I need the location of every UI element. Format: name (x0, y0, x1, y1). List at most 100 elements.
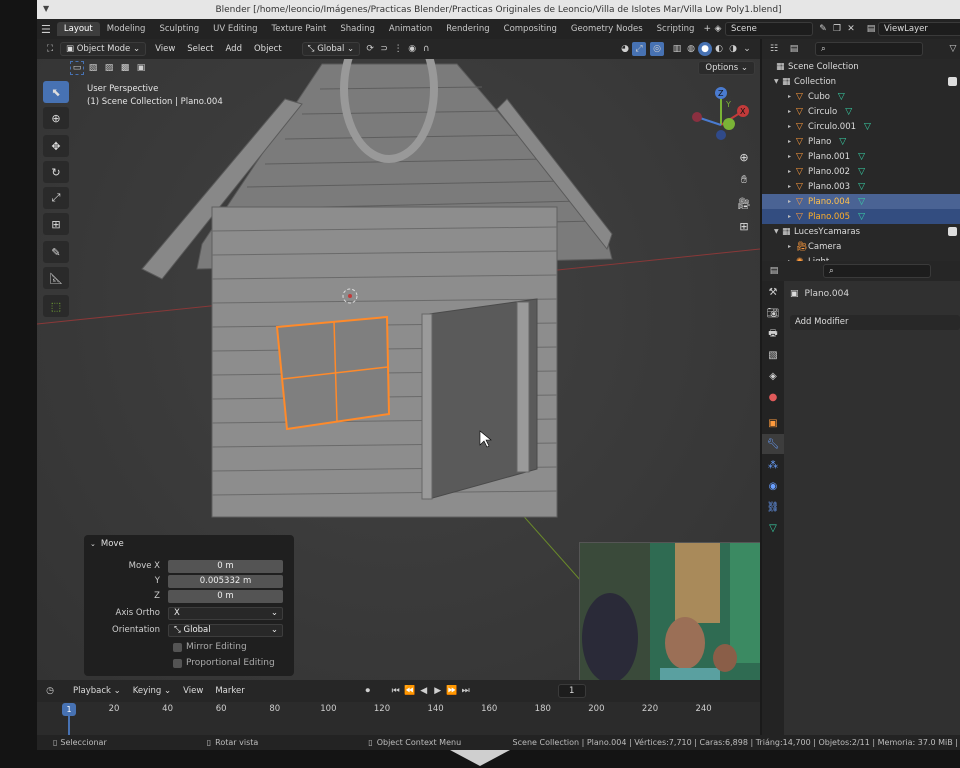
collection-checkbox[interactable] (948, 77, 957, 86)
prev-keyframe-icon[interactable]: ⏪ (403, 684, 417, 698)
pan-hand-icon[interactable]: ✋︎ (734, 170, 754, 190)
add-workspace-icon[interactable]: + (703, 22, 711, 36)
solid-shading-icon[interactable]: ● (698, 42, 712, 56)
current-frame-field[interactable]: 1 (557, 684, 586, 698)
menu-object[interactable]: Object (248, 44, 288, 54)
cursor-tool[interactable]: ⊕ (43, 107, 69, 129)
properties-search-input[interactable]: ⌕ (823, 264, 931, 278)
scene-selector[interactable]: Scene (724, 22, 813, 36)
tab-geometry-nodes[interactable]: Geometry Nodes (564, 22, 650, 36)
play-reverse-icon[interactable]: ◀ (417, 684, 431, 698)
mirror-editing-checkbox[interactable] (173, 642, 182, 652)
select-invert-icon[interactable]: ▩ (118, 61, 132, 75)
outliner-item-plano-003[interactable]: ▸ ▽ Plano.003 ▽ (762, 179, 960, 194)
display-mode-icon[interactable]: ▤ (787, 42, 801, 56)
collapsed-arrow-icon[interactable]: ▸ (788, 153, 796, 160)
select-box-tool[interactable]: ⬉ (43, 81, 69, 103)
play-icon[interactable]: ▶ (431, 684, 445, 698)
falloff-icon[interactable]: ∩ (419, 42, 433, 56)
tool-tab-icon[interactable]: ⚒ (762, 282, 784, 302)
tab-texture-paint[interactable]: Texture Paint (265, 22, 334, 36)
3d-viewport[interactable]: X Z Y ▭ ▧ ▨ ▩ ▣ Options ⌄ User Perspecti… (37, 59, 760, 680)
menu-keying[interactable]: Keying ⌄ (127, 686, 177, 696)
move-tool[interactable]: ✥ (43, 135, 69, 157)
object-mode-dropdown[interactable]: ▣ Object Mode ⌄ (60, 42, 147, 56)
scene-icon[interactable]: ◈ (711, 22, 725, 36)
expanded-arrow-icon[interactable]: ▼ (774, 228, 782, 235)
transform-tool[interactable]: ⊞ (43, 213, 69, 235)
next-keyframe-icon[interactable]: ⏩ (445, 684, 459, 698)
playhead[interactable]: 1 (62, 703, 76, 716)
xray-icon[interactable]: ▥ (670, 42, 684, 56)
jump-start-icon[interactable]: ⏮ (389, 684, 403, 698)
collection-checkbox[interactable] (948, 227, 957, 236)
view-layer-tab-icon[interactable]: ▧ (762, 345, 784, 365)
camera-view-icon[interactable]: 🎥︎ (734, 193, 754, 213)
visibility-icon[interactable]: ◕ (618, 42, 632, 56)
collapsed-arrow-icon[interactable]: ▸ (788, 93, 796, 100)
shading-options-icon[interactable]: ⌄ (740, 42, 754, 56)
snap-icon[interactable]: ⊃ (377, 42, 391, 56)
outliner-item-cubo[interactable]: ▸ ▽ Cubo ▽ (762, 89, 960, 104)
window-menu-icon[interactable]: ▼ (43, 4, 49, 13)
mirror-editing-row[interactable]: Mirror Editing (84, 640, 294, 654)
select-subtract-icon[interactable]: ▨ (102, 61, 116, 75)
collapsed-arrow-icon[interactable]: ▸ (788, 198, 796, 205)
constraints-tab-icon[interactable]: ⛓ (762, 497, 784, 517)
axis-ortho-dropdown[interactable]: X ⌄ (168, 606, 283, 620)
menu-marker[interactable]: Marker (209, 686, 250, 696)
outliner-item-camera[interactable]: ▸ 🎥︎ Camera (762, 239, 960, 254)
outliner-item-plano[interactable]: ▸ ▽ Plano ▽ (762, 134, 960, 149)
collapsed-arrow-icon[interactable]: ▸ (788, 243, 796, 250)
tab-modeling[interactable]: Modeling (100, 22, 153, 36)
transform-orientation-dropdown[interactable]: ⤡ Global ⌄ (301, 42, 361, 56)
tab-rendering[interactable]: Rendering (439, 22, 496, 36)
object-tab-icon[interactable]: ▣ (762, 413, 784, 433)
add-modifier-button[interactable]: Add Modifier (790, 315, 960, 330)
collapsed-arrow-icon[interactable]: ▸ (788, 183, 796, 190)
proportional-editing-icon[interactable]: ◉ (405, 42, 419, 56)
mesh-data-icon[interactable]: ▽ (839, 137, 846, 147)
view-layer-icon[interactable]: ▤ (864, 22, 878, 36)
select-new-icon[interactable]: ▭ (70, 61, 84, 75)
outliner-search-input[interactable]: ⌕ (815, 42, 923, 56)
expanded-arrow-icon[interactable]: ▼ (774, 78, 782, 85)
ortho-grid-icon[interactable]: ⊞ (734, 216, 754, 236)
menu-view[interactable]: View (149, 44, 181, 54)
outliner-collection-lucesycamaras[interactable]: ▼ ▦ LucesYcamaras (762, 224, 960, 239)
navigation-gizmo[interactable]: X Z Y (692, 87, 749, 140)
select-intersect-icon[interactable]: ▣ (134, 61, 148, 75)
editor-type-icon[interactable]: ⛶ (43, 42, 57, 56)
add-cube-tool[interactable]: ⬚ (43, 295, 69, 317)
tab-compositing[interactable]: Compositing (497, 22, 564, 36)
pivot-point-icon[interactable]: ⟳ (363, 42, 377, 56)
menu-timeline-view[interactable]: View (177, 686, 209, 696)
rotate-tool[interactable]: ↻ (43, 161, 69, 183)
zoom-icon[interactable]: ⊕ (734, 147, 754, 167)
options-dropdown[interactable]: Options ⌄ (698, 61, 755, 75)
menu-add[interactable]: Add (220, 44, 248, 54)
output-tab-icon[interactable]: 🖶︎ (762, 324, 784, 344)
overlay-toggle-icon[interactable]: ◎ (650, 42, 664, 56)
move-y-field[interactable]: 0.005332 m (168, 574, 283, 588)
hamburger-menu-icon[interactable]: ☰ (41, 22, 51, 36)
gizmo-toggle-icon[interactable]: ⤢ (632, 42, 646, 56)
mesh-data-icon[interactable]: ▽ (845, 107, 852, 117)
snap-target-icon[interactable]: ⋮ (391, 42, 405, 56)
menu-playback[interactable]: Playback ⌄ (67, 686, 127, 696)
proportional-editing-row[interactable]: Proportional Editing (84, 656, 294, 670)
outliner-item-plano-001[interactable]: ▸ ▽ Plano.001 ▽ (762, 149, 960, 164)
proportional-editing-checkbox[interactable] (173, 658, 182, 668)
outliner-item-circulo[interactable]: ▸ ▽ Circulo ▽ (762, 104, 960, 119)
move-z-field[interactable]: 0 m (168, 589, 283, 603)
collapsed-arrow-icon[interactable]: ▸ (788, 123, 796, 130)
outliner-item-light[interactable]: ▸✺Light (762, 254, 960, 262)
outliner-collection[interactable]: ▼ ▦ Collection (762, 74, 960, 89)
move-panel-header[interactable]: ⌄ Move (84, 535, 294, 553)
mesh-data-icon[interactable]: ▽ (838, 92, 845, 102)
modifier-wrench-icon[interactable]: 🔧︎ (762, 434, 784, 454)
particles-tab-icon[interactable]: ⁂ (762, 455, 784, 475)
mesh-data-icon[interactable]: ▽ (858, 167, 865, 177)
pin-icon[interactable]: ✎ (816, 22, 830, 36)
jump-end-icon[interactable]: ⏭ (459, 684, 473, 698)
